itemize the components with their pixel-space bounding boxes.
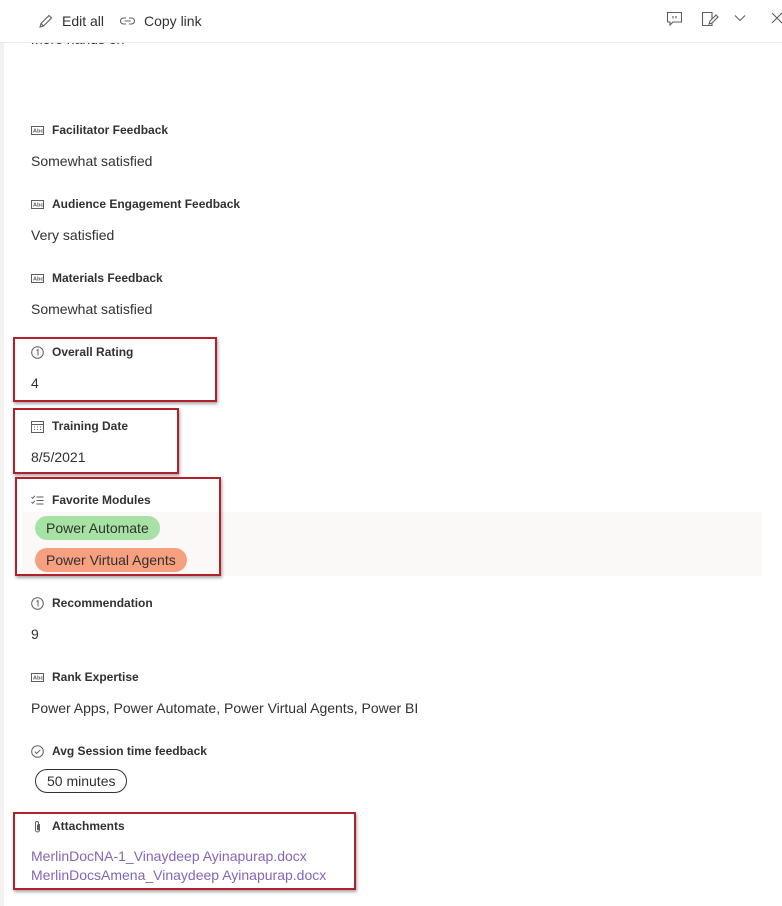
field-rank-expertise[interactable]: Abc Rank Expertise Power Apps, Power Aut…: [31, 669, 418, 717]
text-field-icon: Abc: [31, 671, 44, 684]
comment-icon[interactable]: [666, 11, 683, 27]
edit-all-label: Edit all: [62, 13, 105, 29]
field-value: Somewhat satisfied: [31, 153, 153, 169]
field-audience-engagement-feedback[interactable]: Abc Audience Engagement Feedback Very sa…: [31, 196, 240, 244]
copy-link-button[interactable]: Copy link: [119, 10, 202, 32]
field-materials-feedback[interactable]: Abc Materials Feedback Somewhat satisfie…: [31, 270, 163, 318]
field-value: Very satisfied: [31, 227, 115, 243]
chevron-down-icon[interactable]: [733, 11, 747, 25]
choice-check-icon: [31, 744, 44, 758]
field-label: Materials Feedback: [52, 271, 163, 285]
number-icon: [31, 596, 44, 610]
choice-pill-50-minutes: 50 minutes: [35, 769, 128, 793]
command-bar: Edit all Copy link: [0, 0, 782, 43]
panel-left-edge: [0, 0, 4, 906]
field-facilitator-feedback[interactable]: Abc Facilitator Feedback Somewhat satisf…: [31, 122, 168, 170]
field-label: Recommendation: [52, 596, 153, 610]
choice-text: 50 minutes: [47, 773, 116, 789]
link-icon: [120, 17, 135, 25]
text-field-icon: Abc: [31, 198, 44, 211]
svg-text:Abc: Abc: [33, 202, 43, 208]
field-recommendation[interactable]: Recommendation 9: [31, 595, 153, 643]
edit-all-button[interactable]: Edit all: [38, 10, 104, 32]
close-icon[interactable]: [771, 11, 782, 25]
field-label: Audience Engagement Feedback: [52, 197, 241, 211]
field-label: Facilitator Feedback: [52, 123, 169, 137]
highlight-box: [13, 408, 179, 474]
svg-text:Abc: Abc: [33, 128, 43, 134]
copy-link-label: Copy link: [144, 13, 202, 29]
field-avg-session-time[interactable]: Avg Session time feedback: [31, 743, 207, 759]
highlight-box: [13, 337, 217, 402]
highlight-box: [13, 812, 356, 890]
field-label: Rank Expertise: [52, 670, 139, 684]
pencil-icon: [39, 14, 53, 28]
field-value: 9: [31, 626, 39, 642]
text-field-icon: Abc: [31, 124, 44, 137]
svg-text:Abc: Abc: [33, 276, 43, 282]
svg-text:Abc: Abc: [33, 675, 43, 681]
form-edit-icon[interactable]: [701, 11, 719, 27]
highlight-box: [15, 477, 221, 576]
field-value: Power Apps, Power Automate, Power Virtua…: [31, 700, 419, 716]
field-value: Somewhat satisfied: [31, 301, 153, 317]
field-label: Avg Session time feedback: [52, 744, 207, 758]
text-field-icon: Abc: [31, 272, 44, 285]
